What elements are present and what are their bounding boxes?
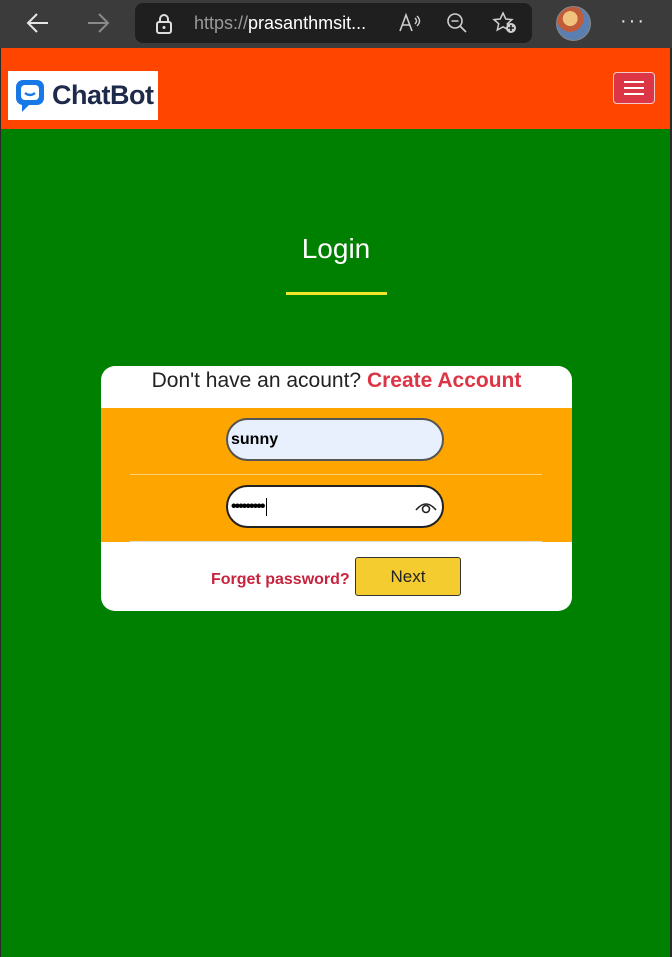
form-band: sunny ••••••••• xyxy=(101,408,572,542)
hamburger-icon-bar xyxy=(624,93,644,95)
url-text: https://prasanthmsit... xyxy=(194,13,367,33)
brand-logo[interactable]: ChatBot xyxy=(8,71,158,120)
field-divider xyxy=(130,474,542,475)
create-account-link[interactable]: Create Account xyxy=(367,369,521,392)
arrow-right-icon xyxy=(88,13,110,33)
next-button[interactable]: Next xyxy=(355,557,461,596)
brand-name: ChatBot xyxy=(52,80,154,110)
password-input[interactable]: ••••••••• xyxy=(226,485,444,528)
username-value: sunny xyxy=(231,430,279,448)
zoom-out-icon[interactable] xyxy=(446,12,468,34)
window-border-left xyxy=(0,48,1,957)
navbar-toggle-button[interactable] xyxy=(613,72,655,104)
title-underline xyxy=(286,292,387,295)
signup-prompt: Don't have an acount? Create Account xyxy=(101,369,572,393)
more-menu-icon[interactable]: ··· xyxy=(620,10,646,33)
address-bar[interactable]: https://prasanthmsit... xyxy=(135,3,532,43)
browser-toolbar: https://prasanthmsit... ··· xyxy=(0,0,672,48)
form-divider xyxy=(130,541,542,542)
lock-icon xyxy=(156,14,172,34)
profile-avatar[interactable] xyxy=(556,6,591,41)
login-card: Don't have an acount? Create Account sun… xyxy=(101,366,572,611)
site-navbar: ChatBot xyxy=(1,48,670,129)
read-aloud-icon[interactable] xyxy=(398,12,422,34)
show-password-eye-icon[interactable] xyxy=(415,500,437,514)
forward-button[interactable] xyxy=(80,0,116,46)
text-caret xyxy=(266,497,268,516)
back-button[interactable] xyxy=(20,0,56,46)
page-title: Login xyxy=(301,233,371,264)
username-input[interactable]: sunny xyxy=(226,418,444,461)
arrow-left-icon xyxy=(26,13,48,33)
hamburger-icon xyxy=(624,81,644,83)
signup-text: Don't have an acount? xyxy=(151,369,362,392)
chat-bubble-icon xyxy=(16,79,44,112)
add-favorite-icon[interactable] xyxy=(492,11,518,35)
password-value: ••••••••• xyxy=(231,497,265,515)
hamburger-icon-bar xyxy=(624,87,644,89)
forget-password-link[interactable]: Forget password? xyxy=(211,571,350,589)
